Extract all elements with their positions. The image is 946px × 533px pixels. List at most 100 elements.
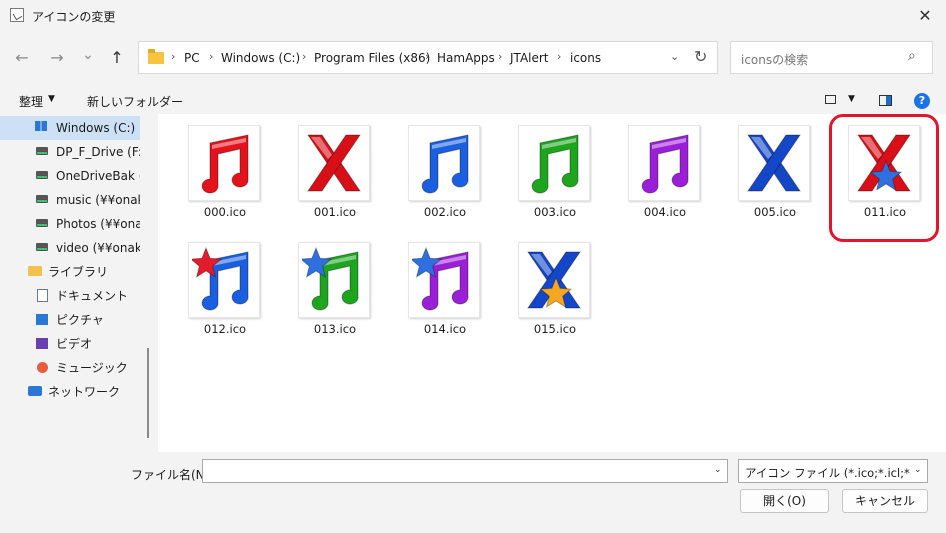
navigation-pane[interactable]: Windows (C:) DP_F_Drive (F:) OneDriveBak… bbox=[0, 114, 158, 452]
sidebar-item-label: Photos (¥¥onaka bbox=[56, 217, 140, 231]
documents-icon bbox=[37, 289, 48, 302]
pictures-icon bbox=[36, 314, 48, 325]
sidebar-item-label: OneDriveBak (¥¥ bbox=[56, 169, 140, 183]
file-item[interactable]: 000.ico bbox=[180, 125, 270, 225]
file-item[interactable]: 014.ico bbox=[400, 242, 490, 342]
title-bar: アイコンの変更 ✕ bbox=[0, 0, 946, 32]
sidebar-item-label: music (¥¥onaka_ bbox=[56, 193, 140, 207]
music-note-icon bbox=[201, 134, 249, 194]
sidebar-item-dp-f-drive[interactable]: DP_F_Drive (F:) bbox=[0, 140, 140, 164]
file-thumbnail bbox=[408, 242, 480, 318]
chevron-down-icon[interactable]: ⌄ bbox=[714, 465, 722, 475]
file-thumbnail bbox=[188, 125, 260, 201]
sidebar-item-onedrivebak[interactable]: OneDriveBak (¥¥ bbox=[0, 164, 140, 188]
sidebar-item-label: Windows (C:) bbox=[56, 121, 136, 135]
cancel-button[interactable]: キャンセル bbox=[842, 489, 928, 513]
sidebar-item-network[interactable]: ネットワーク bbox=[0, 380, 140, 404]
file-name-label: 000.ico bbox=[203, 205, 247, 219]
file-name-label: 004.ico bbox=[643, 205, 687, 219]
address-dropdown-icon[interactable]: ⌄ bbox=[670, 50, 679, 63]
preview-pane-icon[interactable] bbox=[879, 95, 892, 106]
filename-input[interactable]: ⌄ bbox=[202, 459, 728, 483]
sidebar-item-label: ミュージック bbox=[56, 361, 128, 375]
chevron-down-icon[interactable]: ⌄ bbox=[914, 465, 922, 475]
network-drive-icon bbox=[36, 195, 48, 203]
close-button[interactable]: ✕ bbox=[904, 0, 946, 32]
search-input[interactable]: iconsの検索 bbox=[741, 51, 808, 68]
windows-drive-icon bbox=[35, 121, 47, 131]
view-options-caret-icon[interactable]: ▼ bbox=[848, 94, 855, 104]
sidebar-item-photos[interactable]: Photos (¥¥onaka bbox=[0, 212, 140, 236]
file-item[interactable]: 015.ico bbox=[510, 242, 600, 342]
organize-button[interactable]: 整理 bbox=[19, 93, 43, 110]
music-note-icon bbox=[412, 246, 469, 311]
search-box[interactable]: iconsの検索 ⌕ bbox=[730, 41, 933, 74]
breadcrumb-program-files[interactable]: Program Files (x86) bbox=[314, 51, 430, 65]
help-icon[interactable]: ? bbox=[914, 93, 930, 109]
x-mark-icon bbox=[747, 134, 801, 192]
file-name-label: 012.ico bbox=[203, 322, 247, 336]
breadcrumb-jtalert[interactable]: JTAlert bbox=[510, 51, 549, 65]
file-name-label: 005.ico bbox=[753, 205, 797, 219]
sidebar-item-windows-c[interactable]: Windows (C:) bbox=[0, 116, 140, 140]
sidebar-item-pictures[interactable]: ピクチャ bbox=[0, 308, 140, 332]
sidebar-item-video[interactable]: video (¥¥onaka_ bbox=[0, 236, 140, 260]
breadcrumb-hamapps[interactable]: HamApps bbox=[437, 51, 495, 65]
music-note-icon bbox=[641, 134, 689, 194]
sidebar-scrollbar[interactable] bbox=[147, 348, 149, 438]
search-icon[interactable]: ⌕ bbox=[908, 48, 916, 64]
window-title: アイコンの変更 bbox=[32, 10, 116, 24]
sidebar-item-label: ビデオ bbox=[56, 337, 93, 351]
forward-icon[interactable]: → bbox=[44, 45, 70, 71]
sidebar-item-label: ネットワーク bbox=[48, 385, 121, 399]
address-bar[interactable]: › PC › Windows (C:) › Program Files (x86… bbox=[138, 41, 718, 74]
file-item[interactable]: 013.ico bbox=[290, 242, 380, 342]
sidebar-item-music-library[interactable]: ミュージック bbox=[0, 356, 140, 380]
sidebar-item-videos[interactable]: ビデオ bbox=[0, 332, 140, 356]
sidebar-item-label: ライブラリ bbox=[48, 265, 109, 279]
file-thumbnail bbox=[298, 242, 370, 318]
sidebar-item-music[interactable]: music (¥¥onaka_ bbox=[0, 188, 140, 212]
drive-icon bbox=[36, 147, 48, 155]
filetype-select[interactable]: アイコン ファイル (*.ico;*.icl;*.exe;*. ⌄ bbox=[738, 459, 928, 483]
file-name-label: 001.ico bbox=[313, 205, 357, 219]
sidebar-item-documents[interactable]: ドキュメント bbox=[0, 284, 140, 308]
back-icon[interactable]: ← bbox=[9, 45, 35, 71]
file-item[interactable]: 001.ico bbox=[290, 125, 380, 225]
breadcrumb-windows-c[interactable]: Windows (C:) bbox=[221, 51, 300, 65]
sidebar-item-label: ドキュメント bbox=[56, 289, 129, 303]
sidebar-item-libraries[interactable]: ライブラリ bbox=[0, 260, 140, 284]
file-name-label: 014.ico bbox=[423, 322, 467, 336]
file-thumbnail bbox=[738, 125, 810, 201]
file-thumbnail bbox=[408, 125, 480, 201]
file-item[interactable]: 003.ico bbox=[510, 125, 600, 225]
x-mark-icon bbox=[307, 134, 361, 192]
music-note-icon bbox=[192, 246, 249, 311]
file-thumbnail bbox=[518, 242, 590, 318]
x-mark-icon bbox=[527, 251, 581, 309]
open-button[interactable]: 開く(O) bbox=[740, 489, 829, 513]
recent-locations-icon[interactable]: ⌄ bbox=[75, 42, 101, 68]
breadcrumb-separator: › bbox=[498, 50, 503, 63]
up-folder-icon[interactable]: ↑ bbox=[104, 45, 130, 71]
network-drive-icon bbox=[36, 171, 48, 179]
breadcrumb-separator: › bbox=[209, 50, 214, 63]
breadcrumb-separator: › bbox=[171, 50, 176, 63]
new-folder-button[interactable]: 新しいフォルダー bbox=[87, 93, 183, 110]
file-name-label: 003.ico bbox=[533, 205, 577, 219]
file-item[interactable]: 004.ico bbox=[620, 125, 710, 225]
file-thumbnail bbox=[628, 125, 700, 201]
breadcrumb-pc[interactable]: PC bbox=[184, 51, 200, 65]
organize-caret-icon[interactable]: ▼ bbox=[48, 94, 55, 104]
file-item[interactable]: 002.ico bbox=[400, 125, 490, 225]
file-item[interactable]: 005.ico bbox=[730, 125, 820, 225]
breadcrumb-separator: › bbox=[557, 50, 562, 63]
file-item[interactable]: 012.ico bbox=[180, 242, 270, 342]
file-name-label: 015.ico bbox=[533, 322, 577, 336]
breadcrumb-icons[interactable]: icons bbox=[570, 51, 601, 65]
change-view-icon[interactable] bbox=[825, 95, 836, 104]
refresh-icon[interactable]: ↻ bbox=[694, 47, 707, 66]
selection-highlight-ring bbox=[829, 114, 939, 242]
breadcrumb-separator: › bbox=[425, 50, 430, 63]
file-name-label: 002.ico bbox=[423, 205, 467, 219]
